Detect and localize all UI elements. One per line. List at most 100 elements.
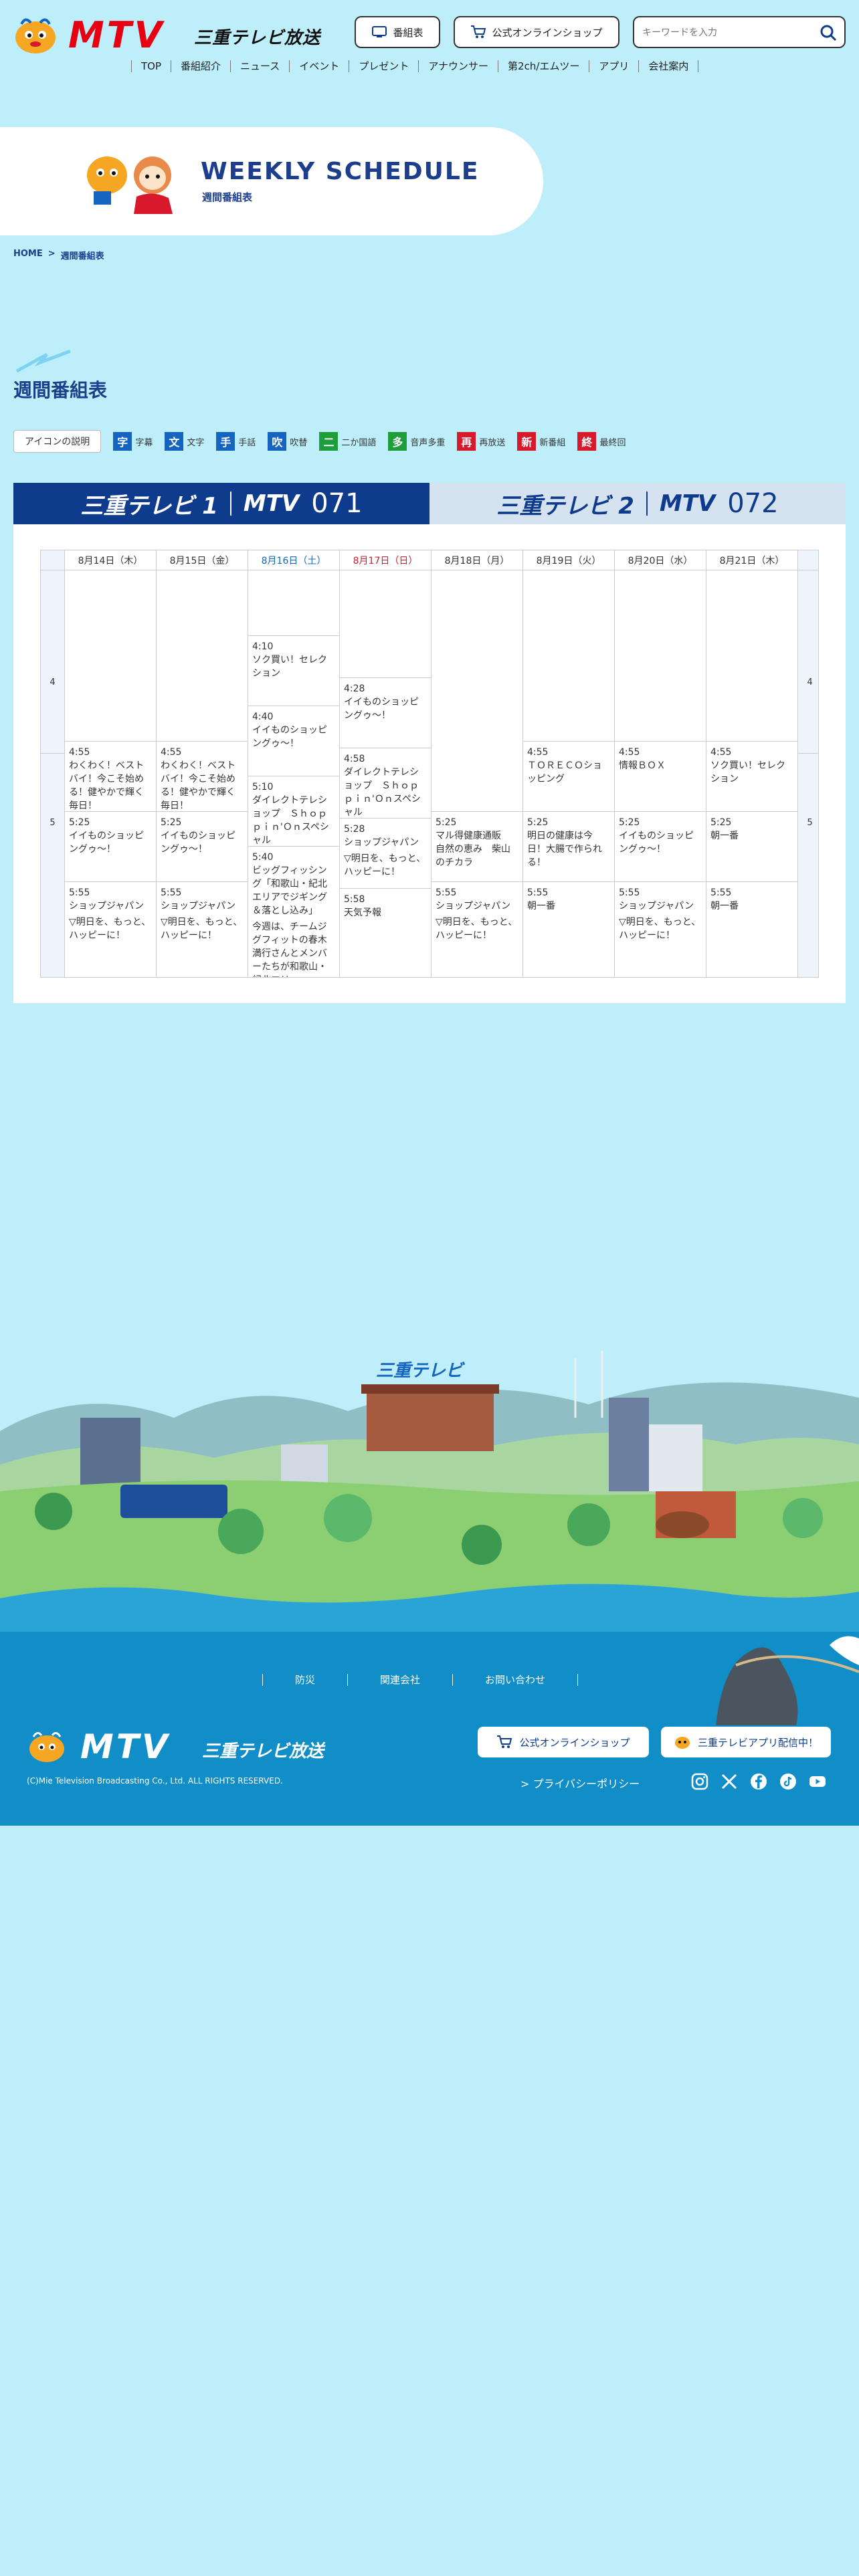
program-cell[interactable]: 4:55 情報ＢＯＸ bbox=[615, 742, 706, 812]
x-icon[interactable] bbox=[720, 1772, 739, 1791]
footer-shop-button[interactable]: 公式オンラインショップ bbox=[478, 1727, 649, 1757]
nav-2ch[interactable]: 第2ch/エムツー bbox=[498, 60, 590, 72]
tab-channel-2[interactable]: 三重テレビ 2 MTV 072 bbox=[430, 483, 846, 524]
program-title: イイものショッピングゥ〜！ bbox=[252, 725, 327, 749]
program-cell[interactable]: 5:55 ショップジャパン ▽明日を、もっと、ハッピーに！ bbox=[615, 882, 706, 978]
tiktok-icon[interactable] bbox=[779, 1772, 797, 1791]
program-title: 明日の健康は今日！大腸で作られる！ bbox=[527, 830, 602, 868]
youtube-icon[interactable] bbox=[808, 1772, 827, 1791]
footer-station-name[interactable]: 三重テレビ放送 bbox=[202, 1737, 324, 1762]
program-time: 4:55 bbox=[527, 746, 549, 758]
nav-app[interactable]: アプリ bbox=[589, 60, 640, 72]
program-cell[interactable]: 4:55 わくわく！ベストバイ！今こそ始める！健やかで輝く毎日！ bbox=[65, 742, 156, 812]
day-column: 8月17日（日） 4:28 イイものショッピングゥ〜！ 4:58 ダイレクトテレショップ… bbox=[340, 550, 432, 977]
mascot-logo-icon[interactable] bbox=[12, 15, 59, 55]
breadcrumb-home[interactable]: HOME bbox=[13, 249, 43, 261]
program-cell[interactable]: 4:58 ダイレクトテレショップ Ｓｈｏｐｐｉｎ'Ｏｎスペシャル bbox=[340, 748, 431, 819]
rerun-icon: 再 bbox=[457, 432, 476, 451]
mtv-logo[interactable]: MTV bbox=[68, 17, 165, 53]
program-title: ショップジャパン bbox=[69, 900, 144, 911]
icon-legend: アイコンの説明 字字幕 文文字 手手話 吹吹替 二二か国語 多音声多重 再再放送… bbox=[13, 429, 634, 453]
nav-top[interactable]: TOP bbox=[131, 60, 172, 72]
footer-app-button[interactable]: 三重テレビアプリ配信中！ bbox=[661, 1727, 831, 1757]
program-cell[interactable]: 5:25 マル得健康通販 自然の恵み 柴山のチカラ bbox=[432, 812, 522, 882]
empty-slot bbox=[523, 570, 614, 742]
program-title: ダイレクトテレショップ Ｓｈｏｐｐｉｎ'Ｏｎスペシャル bbox=[252, 795, 329, 846]
nav-company[interactable]: 会社案内 bbox=[639, 60, 699, 72]
tab-channel-1[interactable]: 三重テレビ 1 MTV 071 bbox=[13, 483, 430, 524]
program-title: ビッグフィッシング「和歌山・紀北エリアでジギング＆落とし込み」 bbox=[252, 865, 327, 916]
nav-presents[interactable]: プレゼント bbox=[349, 60, 419, 72]
search-input[interactable] bbox=[642, 24, 809, 41]
tab-divider bbox=[646, 492, 648, 516]
program-title: わくわく！ベストバイ！今こそ始める！健やかで輝く毎日！ bbox=[161, 760, 236, 811]
text-icon: 文 bbox=[165, 432, 184, 451]
program-cell[interactable]: 5:25 朝一番 bbox=[706, 812, 797, 882]
breadcrumb: HOME > 週間番組表 bbox=[13, 249, 104, 261]
program-time: 5:40 bbox=[252, 852, 274, 863]
footer-mtv-logo[interactable]: MTV bbox=[80, 1730, 171, 1763]
program-time: 4:55 bbox=[710, 746, 732, 758]
program-title: ＴＯＲＥＣＯショッピング bbox=[527, 760, 602, 784]
program-cell[interactable]: 5:55 朝一番 bbox=[706, 882, 797, 978]
program-cell[interactable]: 5:55 朝一番 bbox=[523, 882, 614, 978]
mascots-illustration-icon bbox=[87, 156, 173, 214]
program-cell[interactable]: 5:55 ショップジャパン ▽明日を、もっと、ハッピーに！ bbox=[65, 882, 156, 978]
hour-divider bbox=[798, 753, 818, 754]
day-column: 8月19日（火） 4:55 ＴＯＲＥＣＯショッピング 5:25 明日の健康は今日！大腸で… bbox=[523, 550, 615, 978]
legend-label: 最終回 bbox=[599, 437, 626, 448]
hour-header bbox=[41, 550, 64, 570]
program-cell[interactable]: 5:28 ショップジャパン ▽明日を、もっと、ハッピーに！ bbox=[340, 819, 431, 889]
nav-events[interactable]: イベント bbox=[290, 60, 350, 72]
nav-programs[interactable]: 番組紹介 bbox=[171, 60, 231, 72]
footer-nav: 防災 関連会社 お問い合わせ bbox=[262, 1674, 579, 1686]
channel-2-number: 072 bbox=[727, 488, 779, 519]
multiplex-icon: 多 bbox=[388, 432, 407, 451]
tv-guide-button[interactable]: 番組表 bbox=[355, 16, 440, 48]
schedule-grid[interactable]: 4 5 4 5 8月14日（木） 4:55 わくわく！ベストバイ！今こそ始める！健やかで輝く… bbox=[40, 550, 819, 978]
program-cell[interactable]: 4:40 イイものショッピングゥ〜！ bbox=[248, 706, 339, 776]
footer-nav-contact[interactable]: お問い合わせ bbox=[452, 1674, 579, 1686]
program-cell[interactable]: 4:10 ソク買い！セレクション bbox=[248, 636, 339, 706]
program-cell[interactable]: 5:40 ビッグフィッシング「和歌山・紀北エリアでジギング＆落とし込み」 今週は、チ… bbox=[248, 847, 339, 977]
day-header[interactable]: 8月17日（日） bbox=[340, 550, 431, 570]
station-name-logo[interactable]: 三重テレビ放送 bbox=[194, 24, 320, 49]
footer-nav-affiliates[interactable]: 関連会社 bbox=[347, 1674, 452, 1686]
facebook-icon[interactable] bbox=[749, 1772, 768, 1791]
hour-column-right: 45 bbox=[798, 550, 818, 977]
online-shop-button[interactable]: 公式オンラインショップ bbox=[454, 16, 619, 48]
day-header[interactable]: 8月14日（木） bbox=[65, 550, 156, 570]
legend-item-bilingual: 二二か国語 bbox=[319, 432, 376, 451]
program-cell[interactable]: 5:55 ショップジャパン ▽明日を、もっと、ハッピーに！ bbox=[157, 882, 248, 978]
program-title: マル得健康通販 自然の恵み 柴山のチカラ bbox=[436, 830, 510, 868]
program-cell[interactable]: 5:25 イイものショッピングゥ〜！ bbox=[157, 812, 248, 882]
program-cell[interactable]: 5:25 イイものショッピングゥ〜！ bbox=[65, 812, 156, 882]
program-cell[interactable]: 4:55 ソク買い！セレクション bbox=[706, 742, 797, 812]
day-header[interactable]: 8月18日（月） bbox=[432, 550, 522, 570]
program-cell[interactable]: 5:25 明日の健康は今日！大腸で作られる！ bbox=[523, 812, 614, 882]
nav-announcers[interactable]: アナウンサー bbox=[419, 60, 499, 72]
program-cell[interactable]: 4:28 イイものショッピングゥ〜！ bbox=[340, 678, 431, 748]
section-title: 週間番組表 bbox=[13, 379, 108, 401]
instagram-icon[interactable] bbox=[690, 1772, 709, 1791]
day-header[interactable]: 8月16日（土） bbox=[248, 550, 339, 570]
day-header[interactable]: 8月15日（金） bbox=[157, 550, 248, 570]
program-cell[interactable]: 4:55 ＴＯＲＥＣＯショッピング bbox=[523, 742, 614, 812]
program-cell[interactable]: 5:55 ショップジャパン ▽明日を、もっと、ハッピーに！ bbox=[432, 882, 522, 978]
program-title: 朝一番 bbox=[710, 830, 739, 841]
program-cell[interactable]: 5:58 天気予報 bbox=[340, 889, 431, 977]
day-header[interactable]: 8月21日（木） bbox=[706, 550, 797, 570]
day-header[interactable]: 8月19日（火） bbox=[523, 550, 614, 570]
search-icon[interactable] bbox=[819, 23, 838, 42]
footer-nav-disaster[interactable]: 防災 bbox=[262, 1674, 347, 1686]
program-cell[interactable]: 4:55 わくわく！ベストバイ！今こそ始める！健やかで輝く毎日！ bbox=[157, 742, 248, 812]
program-cell[interactable]: 5:10 ダイレクトテレショップ Ｓｈｏｐｐｉｎ'Ｏｎスペシャル bbox=[248, 776, 339, 847]
day-header[interactable]: 8月20日（水） bbox=[615, 550, 706, 570]
program-time: 5:25 bbox=[619, 817, 640, 828]
empty-slot bbox=[157, 570, 248, 742]
nav-news[interactable]: ニュース bbox=[231, 60, 290, 72]
privacy-policy-link[interactable]: > プライバシーポリシー bbox=[520, 1775, 640, 1791]
footer-mascot-icon[interactable] bbox=[27, 1729, 67, 1763]
program-cell[interactable]: 5:25 イイものショッピングゥ〜！ bbox=[615, 812, 706, 882]
legend-button[interactable]: アイコンの説明 bbox=[13, 430, 102, 453]
